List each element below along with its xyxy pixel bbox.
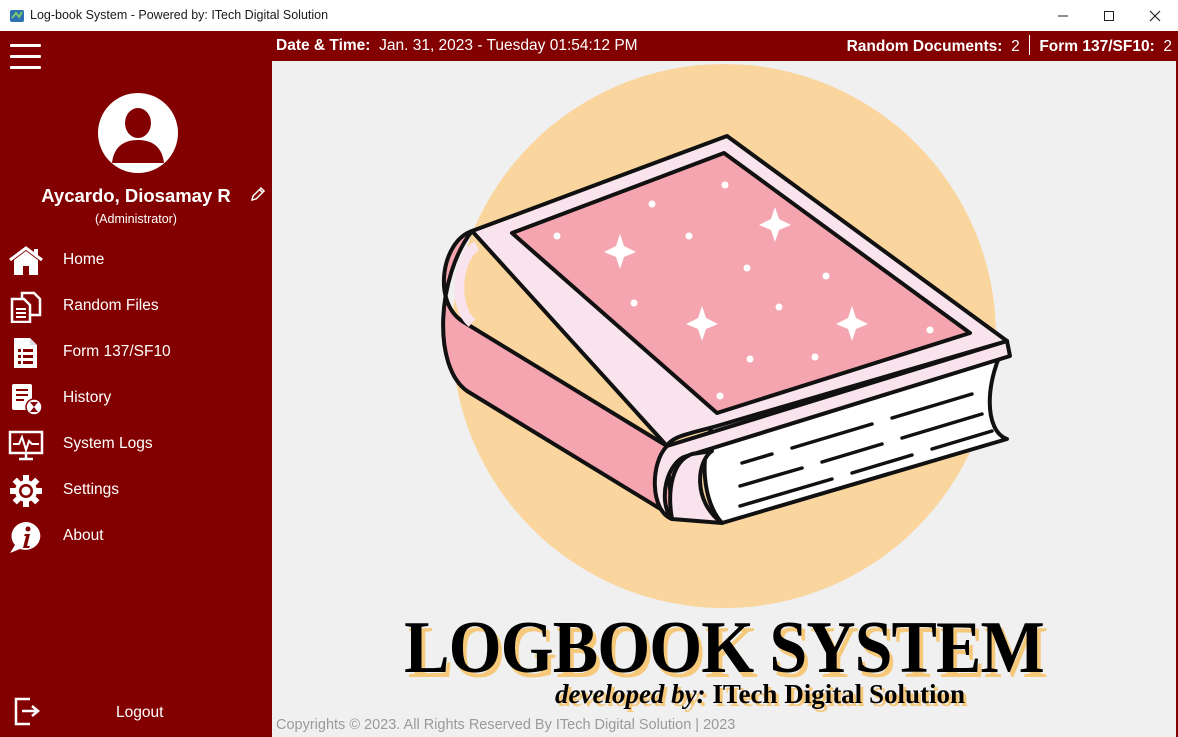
hamburger-line <box>10 44 41 47</box>
user-name: Aycardo, Diosamay R <box>41 185 231 206</box>
random-docs-count: 2 <box>1011 38 1020 56</box>
history-icon <box>12 384 43 415</box>
maximize-button[interactable] <box>1086 0 1132 31</box>
sidebar-item-home[interactable]: Home <box>0 241 272 281</box>
window-title: Log-book System - Powered by: ITech Digi… <box>30 8 329 22</box>
user-role: (Administrator) <box>95 212 177 226</box>
sidebar-item-random-files[interactable]: Random Files <box>0 287 272 327</box>
copyright-footer: Copyrights © 2023. All Rights Reserved B… <box>276 717 736 733</box>
user-silhouette-icon <box>112 108 164 163</box>
main-content: LOGBOOK SYSTEM developed by: ITech Digit… <box>272 61 1176 737</box>
logbook-illustration <box>441 64 1012 608</box>
documents-icon <box>10 291 42 323</box>
sidebar-item-label: About <box>63 527 104 544</box>
developer-prefix: developed by: <box>555 679 706 709</box>
sidebar-item-label: Home <box>63 251 105 268</box>
close-button[interactable] <box>1132 0 1178 31</box>
info-bar: Date & Time: Jan. 31, 2023 - Tuesday 01:… <box>272 31 1176 61</box>
sidebar-item-label: Settings <box>63 481 120 498</box>
sidebar-item-form137[interactable]: Form 137/SF10 <box>0 333 272 373</box>
hamburger-line <box>10 66 41 69</box>
datetime-value: Jan. 31, 2023 - Tuesday 01:54:12 PM <box>379 37 638 54</box>
close-icon <box>1149 10 1161 21</box>
home-icon <box>9 246 43 275</box>
datetime-display: Date & Time: Jan. 31, 2023 - Tuesday 01:… <box>276 37 638 55</box>
app-icon <box>10 10 24 22</box>
avatar <box>98 93 178 173</box>
sidebar-item-label: System Logs <box>63 435 153 452</box>
document-counts: Random Documents: 2 Form 137/SF10: 2 <box>846 35 1172 57</box>
maximize-icon <box>1104 10 1114 21</box>
sidebar-item-system-logs[interactable]: System Logs <box>0 425 272 465</box>
sidebar-item-settings[interactable]: Settings <box>0 471 272 511</box>
datetime-label: Date & Time: <box>276 37 371 54</box>
developer-name: ITech Digital Solution <box>712 679 965 709</box>
list-document-icon <box>14 338 37 368</box>
form137-count: 2 <box>1163 38 1172 56</box>
developer-credit: developed by: ITech Digital Solution <box>555 679 965 710</box>
sidebar-item-history[interactable]: History <box>0 379 272 419</box>
minimize-button[interactable] <box>1040 0 1086 31</box>
window-titlebar: Log-book System - Powered by: ITech Digi… <box>0 0 1178 32</box>
divider <box>1029 35 1030 55</box>
logout-button[interactable]: Logout <box>116 704 163 722</box>
logout-icon[interactable] <box>12 695 42 727</box>
gear-icon <box>10 475 42 507</box>
sidebar-item-label: History <box>63 389 112 406</box>
monitor-pulse-icon <box>8 430 44 461</box>
sidebar: Aycardo, Diosamay R (Administrator) Home… <box>0 31 272 737</box>
menu-toggle-button[interactable] <box>10 44 41 69</box>
sidebar-item-label: Form 137/SF10 <box>63 343 171 360</box>
info-icon <box>10 521 41 553</box>
random-docs-label: Random Documents: <box>846 38 1003 56</box>
form137-label: Form 137/SF10: <box>1039 38 1155 56</box>
sidebar-item-label: Random Files <box>63 297 159 314</box>
edit-profile-icon[interactable] <box>249 185 267 203</box>
sidebar-item-about[interactable]: About <box>0 517 272 557</box>
hamburger-line <box>10 55 41 58</box>
minimize-icon <box>1058 15 1068 16</box>
